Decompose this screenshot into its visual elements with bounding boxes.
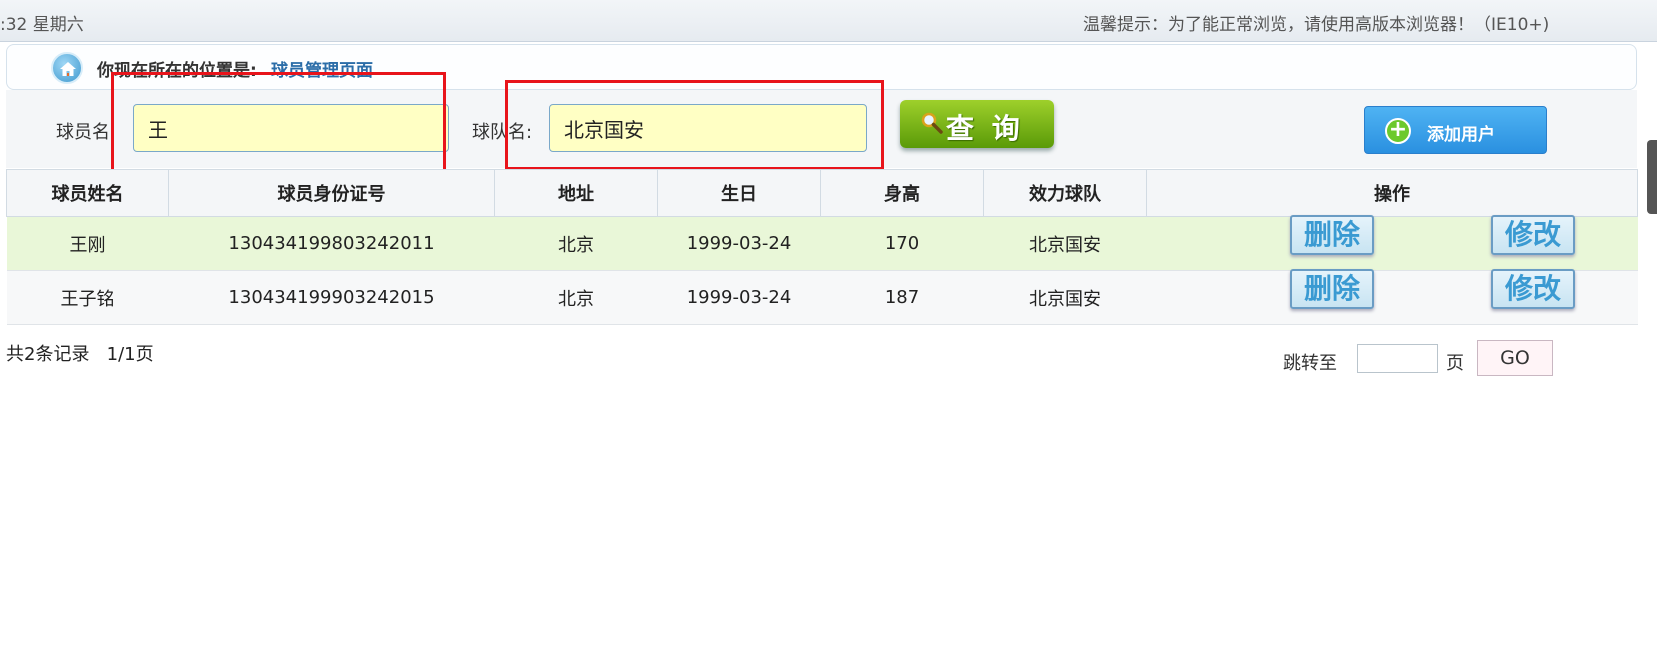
table-row: 王刚 130434199803242011 北京 1999-03-24 170 …	[6, 216, 1638, 271]
top-bar: :32 星期六 温馨提示：为了能正常浏览，请使用高版本浏览器！（IE10+)	[0, 0, 1657, 42]
cell-id: 130434199903242015	[168, 270, 495, 325]
header-name: 球员姓名	[6, 169, 169, 217]
pager-summary: 共2条记录 1/1页	[6, 344, 154, 365]
edit-button[interactable]: 修改	[1491, 215, 1575, 255]
home-icon	[51, 52, 83, 84]
plus-icon: +	[1385, 118, 1411, 144]
header-team: 效力球队	[983, 169, 1147, 217]
annotation-box-player	[111, 72, 446, 175]
page-unit-label: 页	[1446, 353, 1464, 374]
header-address: 地址	[494, 169, 658, 217]
edit-button[interactable]: 修改	[1491, 269, 1575, 309]
table-row: 王子铭 130434199903242015 北京 1999-03-24 187…	[6, 270, 1638, 325]
header-actions: 操作	[1146, 169, 1638, 217]
add-user-button[interactable]: + 添加用户	[1364, 106, 1547, 154]
delete-button[interactable]: 删除	[1290, 215, 1374, 255]
go-button[interactable]: GO	[1477, 340, 1553, 376]
cell-address: 北京	[494, 270, 658, 325]
table-header-row: 球员姓名 球员身份证号 地址 生日 身高 效力球队 操作	[6, 169, 1638, 217]
cell-team: 北京国安	[983, 216, 1147, 271]
annotation-box-team	[505, 80, 884, 170]
jump-label: 跳转至	[1283, 353, 1337, 374]
browser-tip: 温馨提示：为了能正常浏览，请使用高版本浏览器！（IE10+)	[1083, 15, 1550, 35]
cell-birthday: 1999-03-24	[657, 216, 821, 271]
player-table: 球员姓名 球员身份证号 地址 生日 身高 效力球队 操作 王刚 13043419…	[6, 169, 1638, 325]
cell-team: 北京国安	[983, 270, 1147, 325]
delete-button[interactable]: 删除	[1290, 269, 1374, 309]
page-number-input[interactable]	[1357, 344, 1438, 373]
query-button[interactable]: 查 询	[900, 100, 1054, 148]
header-id: 球员身份证号	[168, 169, 495, 217]
add-user-label: 添加用户	[1427, 125, 1495, 145]
clock-text: :32 星期六	[0, 15, 84, 35]
cell-name: 王刚	[6, 216, 169, 271]
cell-id: 130434199803242011	[168, 216, 495, 271]
header-birthday: 生日	[657, 169, 821, 217]
side-scroll-tab[interactable]	[1647, 140, 1657, 214]
cell-height: 170	[820, 216, 984, 271]
cell-height: 187	[820, 270, 984, 325]
cell-birthday: 1999-03-24	[657, 270, 821, 325]
header-height: 身高	[820, 169, 984, 217]
cell-name: 王子铭	[6, 270, 169, 325]
search-icon	[921, 112, 943, 134]
query-label: 查 询	[946, 112, 1024, 145]
cell-address: 北京	[494, 216, 658, 271]
player-name-label: 球员名:	[56, 122, 117, 143]
